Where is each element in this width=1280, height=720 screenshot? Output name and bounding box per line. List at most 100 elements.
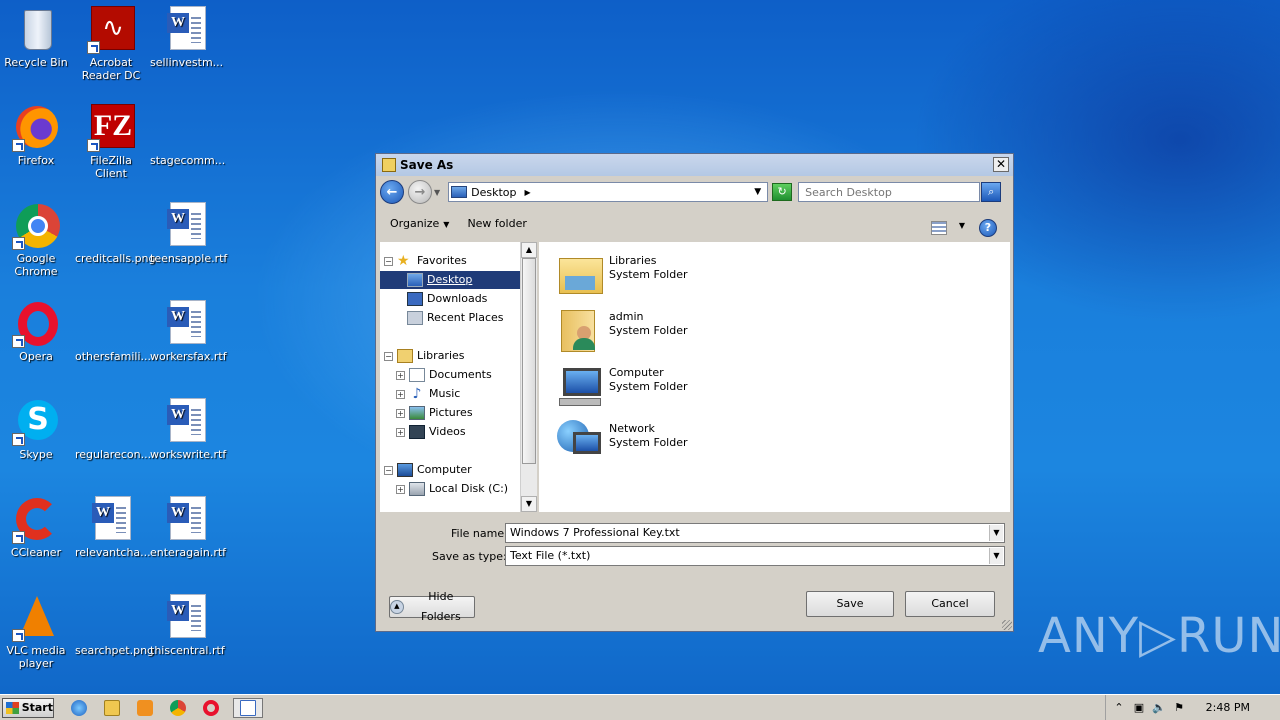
desktop-icon-teensapple[interactable]: teensapple.rtf [150,202,227,265]
desktop-icon-sellinvestm[interactable]: sellinvestm... [150,6,223,69]
opera-taskbar-button[interactable] [200,698,222,718]
desktop-icon-opera[interactable]: Opera [0,300,72,363]
desktop-icon-chrome[interactable]: Google Chrome [0,202,72,278]
address-dropdown-icon[interactable]: ▼ [754,187,761,197]
back-button[interactable]: ← [380,180,404,204]
tree-computer[interactable]: − Computer [384,461,472,479]
tree-videos[interactable]: + Videos [396,423,466,441]
view-options-dropdown[interactable]: ▼ [959,221,965,230]
organize-menu[interactable]: Organize ▼ [390,217,449,230]
scroll-thumb[interactable] [522,258,536,464]
desktop-icon-thiscentral[interactable]: thiscentral.rtf [150,594,225,657]
resize-grip[interactable] [1002,620,1012,630]
change-view-icon[interactable] [931,221,947,235]
dialog-titlebar[interactable]: Save As [376,154,1013,176]
desktop-icon-vlc[interactable]: VLC media player [0,594,72,670]
tree-music[interactable]: + ♪ Music [396,385,460,403]
expand-icon[interactable]: + [396,408,405,418]
start-button[interactable]: Start [2,697,54,718]
desktop-icon-ccleaner[interactable]: CCleaner [0,496,72,559]
desktop-icon-workswrite[interactable]: workswrite.rtf [150,398,226,461]
save-as-type-select[interactable]: Text File (*.txt) ▼ [505,546,1005,566]
chevron-down-icon[interactable]: ▼ [989,548,1003,564]
desktop-icon-filezilla[interactable]: FZ FileZilla Client [75,104,147,180]
forward-button[interactable]: → [408,180,432,204]
tree-libraries[interactable]: − Libraries [384,347,465,365]
desktop-icon-skype[interactable]: S Skype [0,398,72,461]
star-icon: ★ [397,253,410,269]
desktop-icon-stagecomm[interactable]: stagecomm... [150,104,226,167]
desktop-icon-creditcalls[interactable]: creditcalls.png [75,202,156,265]
tree-desktop[interactable]: Desktop [380,271,520,289]
tree-documents[interactable]: + Documents [396,366,492,384]
save-button[interactable]: Save [806,591,894,617]
filezilla-icon: FZ [87,104,135,152]
recent-locations-dropdown[interactable]: ▼ [434,188,440,197]
collapse-icon[interactable]: − [384,256,393,266]
address-bar[interactable]: Desktop ▶ ▼ [448,182,769,202]
desktop-icon-searchpet[interactable]: searchpet.png [75,594,154,657]
file-name-field[interactable]: Windows 7 Professional Key.txt ▼ [505,523,1005,543]
collapse-icon[interactable]: − [384,351,393,361]
item-computer[interactable]: Computer System Folder [557,362,688,408]
help-button[interactable]: ? [979,219,997,237]
chevron-down-icon[interactable]: ▼ [989,525,1003,541]
clock[interactable]: 2:48 PM [1206,701,1250,714]
desktop-icon-acrobat[interactable]: ∿ Acrobat Reader DC [75,6,147,82]
pictures-icon [409,406,425,420]
save-dialog-taskbar-button[interactable] [233,697,263,718]
recycle-bin-icon [12,6,60,54]
desktop-icon-recycle-bin[interactable]: Recycle Bin [0,6,72,69]
close-icon: ✕ [995,157,1007,171]
search-input[interactable] [798,182,981,202]
search-button[interactable]: ⌕ [981,182,1002,202]
tree-recent-places[interactable]: Recent Places [407,309,504,327]
desktop-icon-regularecon[interactable]: regularecon... [75,398,151,461]
item-network[interactable]: Network System Folder [557,418,688,464]
new-folder-button[interactable]: New folder [467,217,526,230]
chrome-taskbar-button[interactable] [167,698,189,718]
desktop-icon-enteragain[interactable]: enteragain.rtf [150,496,227,559]
file-list: Libraries System Folder admin System Folde… [539,242,1010,512]
scroll-down-icon[interactable]: ▼ [521,496,537,512]
item-type: System Folder [609,324,688,337]
desktop-icon-label: stagecomm... [150,154,226,167]
close-button[interactable]: ✕ [993,157,1009,172]
expand-icon[interactable]: + [396,427,405,437]
tree-favorites[interactable]: − ★ Favorites [384,252,467,270]
desktop-icon-label: othersfamili... [75,350,152,363]
back-arrow-icon: ← [386,184,398,200]
expand-icon[interactable]: + [396,389,405,399]
action-center-flag-icon[interactable]: ⚑ [1172,701,1186,715]
media-player-taskbar-button[interactable] [134,698,156,718]
tree-local-disk[interactable]: + Local Disk (C:) [396,480,508,498]
address-crumb[interactable]: Desktop [471,186,516,199]
tree-pictures[interactable]: + Pictures [396,404,473,422]
desktop-icon-workersfax[interactable]: workersfax.rtf [150,300,227,363]
volume-icon[interactable]: 🔈 [1152,701,1166,715]
desktop-icon-othersfamili[interactable]: othersfamili... [75,300,152,363]
refresh-button[interactable]: ↻ [772,183,793,201]
ie-taskbar-button[interactable] [68,698,90,718]
expand-icon[interactable]: + [396,370,405,380]
help-icon: ? [984,221,992,234]
item-libraries[interactable]: Libraries System Folder [557,250,688,296]
navigation-scrollbar[interactable]: ▲ ▼ [520,242,537,512]
system-tray: ⌃ ▣ 🔈 ⚑ 2:48 PM [1105,695,1280,720]
collapse-icon[interactable]: − [384,465,393,475]
desktop-icon-label: enteragain.rtf [150,546,227,559]
desktop-icon-firefox[interactable]: Firefox [0,104,72,167]
explorer-taskbar-button[interactable] [101,698,123,718]
item-admin[interactable]: admin System Folder [557,306,688,352]
hide-folders-button[interactable]: ▲ Hide Folders [389,590,475,623]
network-tray-icon[interactable]: ▣ [1132,701,1146,715]
tree-downloads[interactable]: Downloads [407,290,487,308]
crumb-arrow-icon[interactable]: ▶ [525,188,531,197]
user-folder-icon [557,306,605,352]
cancel-button[interactable]: Cancel [905,591,995,617]
scroll-up-icon[interactable]: ▲ [521,242,537,258]
desktop-icon-relevantcha[interactable]: relevantcha... [75,496,151,559]
show-hidden-icons-icon[interactable]: ⌃ [1112,701,1126,715]
expand-icon[interactable]: + [396,484,405,494]
desktop-icon-label: creditcalls.png [75,252,156,265]
